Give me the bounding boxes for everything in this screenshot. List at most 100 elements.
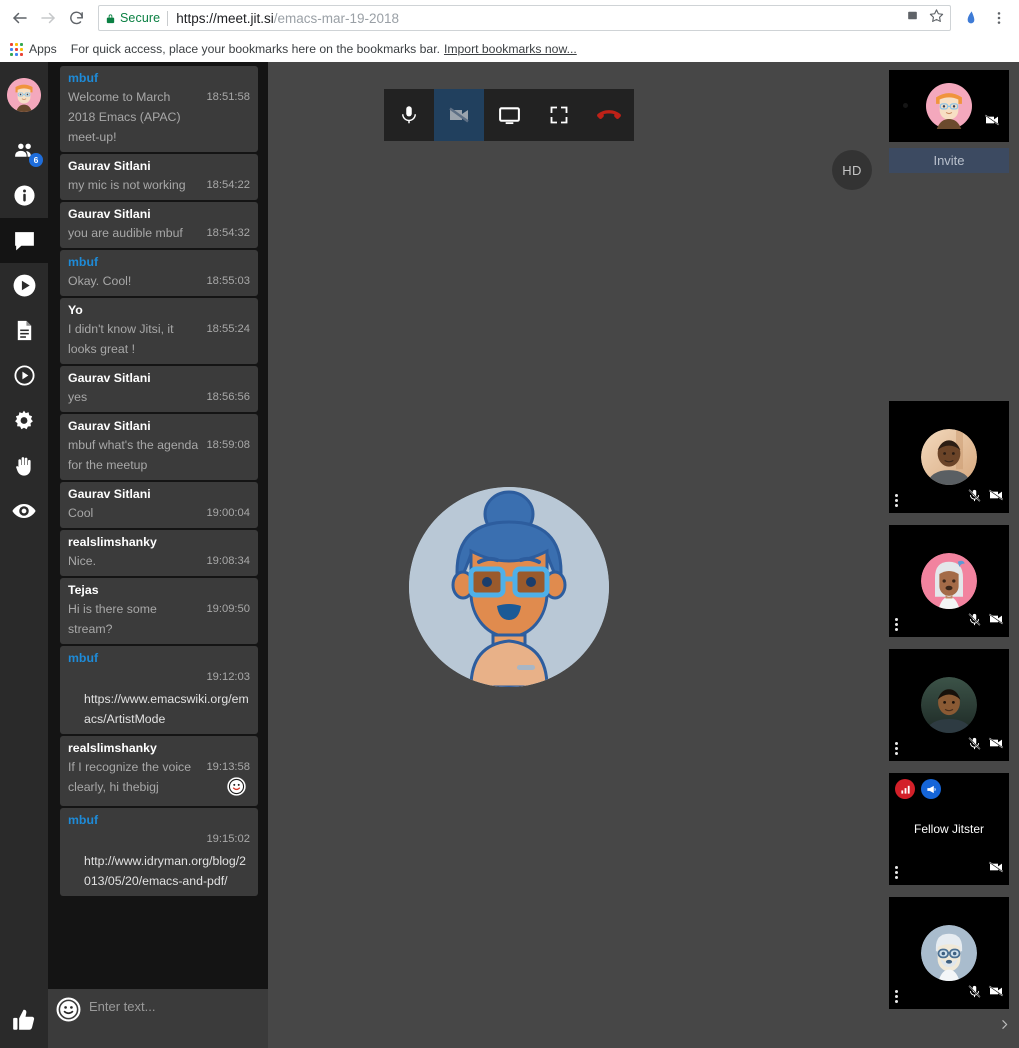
import-bookmarks-link[interactable]: Import bookmarks now...	[444, 42, 577, 56]
chat-message-author: realslimshanky	[68, 535, 157, 549]
megaphone-icon	[926, 785, 936, 793]
avatar-blue-hair-glasses	[409, 487, 609, 687]
chat-message-link[interactable]: http://www.idryman.org/blog/2013/05/20/e…	[68, 851, 250, 891]
chat-message-timestamp: 19:12:03	[206, 671, 250, 683]
chat-message-text: Welcome to March 2018 Emacs (APAC) meet-…	[68, 90, 181, 144]
tile-status-icons	[967, 983, 1004, 1004]
video-stage: HD Invite Fellow Jitster	[268, 62, 1019, 1048]
mic-muted-icon	[968, 488, 981, 502]
sidebar-item-etherpad[interactable]	[0, 308, 48, 353]
chat-message-body: If I recognize the voice 19:13:58	[68, 757, 250, 777]
chat-panel: mbuf Welcome to March 2018 Emacs (APAC) m…	[48, 62, 268, 1048]
chat-message-author: mbuf	[68, 651, 99, 665]
local-video-tile[interactable]	[889, 70, 1009, 142]
chat-message: Gaurav Sitlani Cool 19:00:04	[60, 482, 258, 528]
chat-message-link[interactable]: https://www.emacswiki.org/emacs/ArtistMo…	[68, 689, 250, 729]
chat-message-timestamp: 19:08:34	[206, 555, 250, 567]
tile-menu-icon[interactable]	[895, 990, 899, 1003]
tile-menu-icon[interactable]	[895, 866, 899, 879]
microphone-button[interactable]	[384, 89, 434, 141]
sidebar-item-share-video[interactable]	[0, 263, 48, 308]
chat-message-timestamp: 19:00:04	[206, 507, 250, 519]
chat-message-list[interactable]: mbuf Welcome to March 2018 Emacs (APAC) m…	[48, 62, 268, 988]
forward-arrow-icon[interactable]	[34, 4, 62, 32]
chat-message: realslimshanky If I recognize the voice 19…	[60, 736, 258, 806]
hangup-button[interactable]	[584, 89, 634, 141]
fullscreen-button[interactable]	[534, 89, 584, 141]
local-filmstrip: Invite	[889, 70, 1011, 173]
chat-message: realslimshanky Nice. 19:08:34	[60, 530, 258, 576]
chat-message-timestamp: 19:09:50	[206, 603, 250, 615]
invite-button[interactable]: Invite	[889, 148, 1009, 173]
sidebar-item-tile-view[interactable]	[0, 488, 48, 533]
tile-menu-icon[interactable]	[895, 742, 899, 755]
bookmarks-hint: For quick access, place your bookmarks h…	[70, 42, 440, 56]
mic-muted-icon	[967, 736, 982, 756]
chevron-right-icon[interactable]	[998, 1018, 1011, 1036]
camera-off-icon	[988, 487, 1004, 508]
sidebar-item-feedback[interactable]	[0, 997, 48, 1042]
share-screen-button[interactable]	[484, 89, 534, 141]
chat-message-timestamp: 18:51:58	[206, 91, 250, 103]
chat-input-area	[48, 988, 268, 1048]
reload-icon[interactable]	[62, 4, 90, 32]
chat-message: Gaurav Sitlani my mic is not working 18:54…	[60, 154, 258, 200]
chat-message: mbuf 19:12:03 https://www.emacswiki.org/em…	[60, 646, 258, 734]
camera-off-icon	[988, 735, 1004, 756]
participant-tile[interactable]	[889, 897, 1009, 1009]
tile-menu-icon[interactable]	[895, 494, 899, 507]
chrome-menu-icon[interactable]	[985, 4, 1013, 32]
signal-bars-icon[interactable]	[895, 779, 915, 799]
participant-tile[interactable]: Fellow Jitster	[889, 773, 1009, 885]
apps-grid-icon[interactable]	[10, 42, 23, 56]
eye-icon	[12, 503, 36, 518]
bookmark-star-icon[interactable]	[929, 8, 944, 28]
camera-off-icon	[988, 985, 1004, 997]
address-bar[interactable]: Secure https://meet.jit.si/emacs-mar-19-…	[98, 5, 951, 31]
hd-badge: HD	[832, 150, 872, 190]
chat-message-body: mbuf what's the agenda for the meetup 18:…	[68, 435, 250, 475]
user-avatar-icon	[7, 78, 41, 112]
chat-message-body: I didn't know Jitsi, it looks great ! 18:…	[68, 319, 250, 359]
participant-tile[interactable]	[889, 401, 1009, 513]
cast-icon[interactable]	[906, 9, 919, 27]
megaphone-icon[interactable]	[921, 779, 941, 799]
mic-muted-icon	[967, 488, 982, 508]
back-arrow-icon[interactable]	[6, 4, 34, 32]
chat-message-timestamp: 18:56:56	[206, 391, 250, 403]
sidebar-item-participants[interactable]: 6	[0, 128, 48, 173]
chat-message-body: you are audible mbuf 18:54:32	[68, 223, 250, 243]
left-vertical-toolbar: 6	[0, 62, 48, 1048]
smiley-face-icon[interactable]	[56, 997, 81, 1027]
avatar-pink-orange-hair	[926, 83, 972, 129]
chat-message-author: mbuf	[68, 813, 99, 827]
chat-message-author: Gaurav Sitlani	[68, 419, 151, 433]
sidebar-item-record[interactable]	[0, 353, 48, 398]
chat-input[interactable]	[89, 997, 265, 1014]
tile-status-icons	[967, 611, 1004, 632]
smiley-face-emoji	[227, 777, 246, 801]
camera-button[interactable]	[434, 89, 484, 141]
sidebar-item-settings[interactable]	[0, 398, 48, 443]
camera-off-icon	[449, 107, 469, 123]
chat-message-author: Gaurav Sitlani	[68, 487, 151, 501]
url-text: https://meet.jit.si/emacs-mar-19-2018	[176, 11, 399, 26]
extension-icon[interactable]	[957, 4, 985, 32]
tile-menu-icon[interactable]	[895, 618, 899, 631]
chat-message-text: you are audible mbuf	[68, 226, 183, 240]
photo-man-checkered-shirt	[921, 677, 977, 733]
participant-tile[interactable]	[889, 525, 1009, 637]
apps-label[interactable]: Apps	[29, 42, 57, 56]
mic-muted-icon	[967, 612, 982, 632]
sidebar-item-raise-hand[interactable]	[0, 443, 48, 488]
participant-tile[interactable]	[889, 649, 1009, 761]
sidebar-item-chat[interactable]	[0, 218, 48, 263]
sidebar-item-info[interactable]	[0, 173, 48, 218]
chat-message: mbuf 19:15:02 http://www.idryman.org/blog/…	[60, 808, 258, 896]
sidebar-item-avatar[interactable]	[0, 62, 48, 128]
signal-bars-icon	[900, 785, 910, 794]
play-filled-icon	[13, 274, 35, 297]
raised-hand-icon	[16, 456, 31, 476]
tile-status-icons	[988, 859, 1004, 880]
tile-status-icons	[967, 487, 1004, 508]
